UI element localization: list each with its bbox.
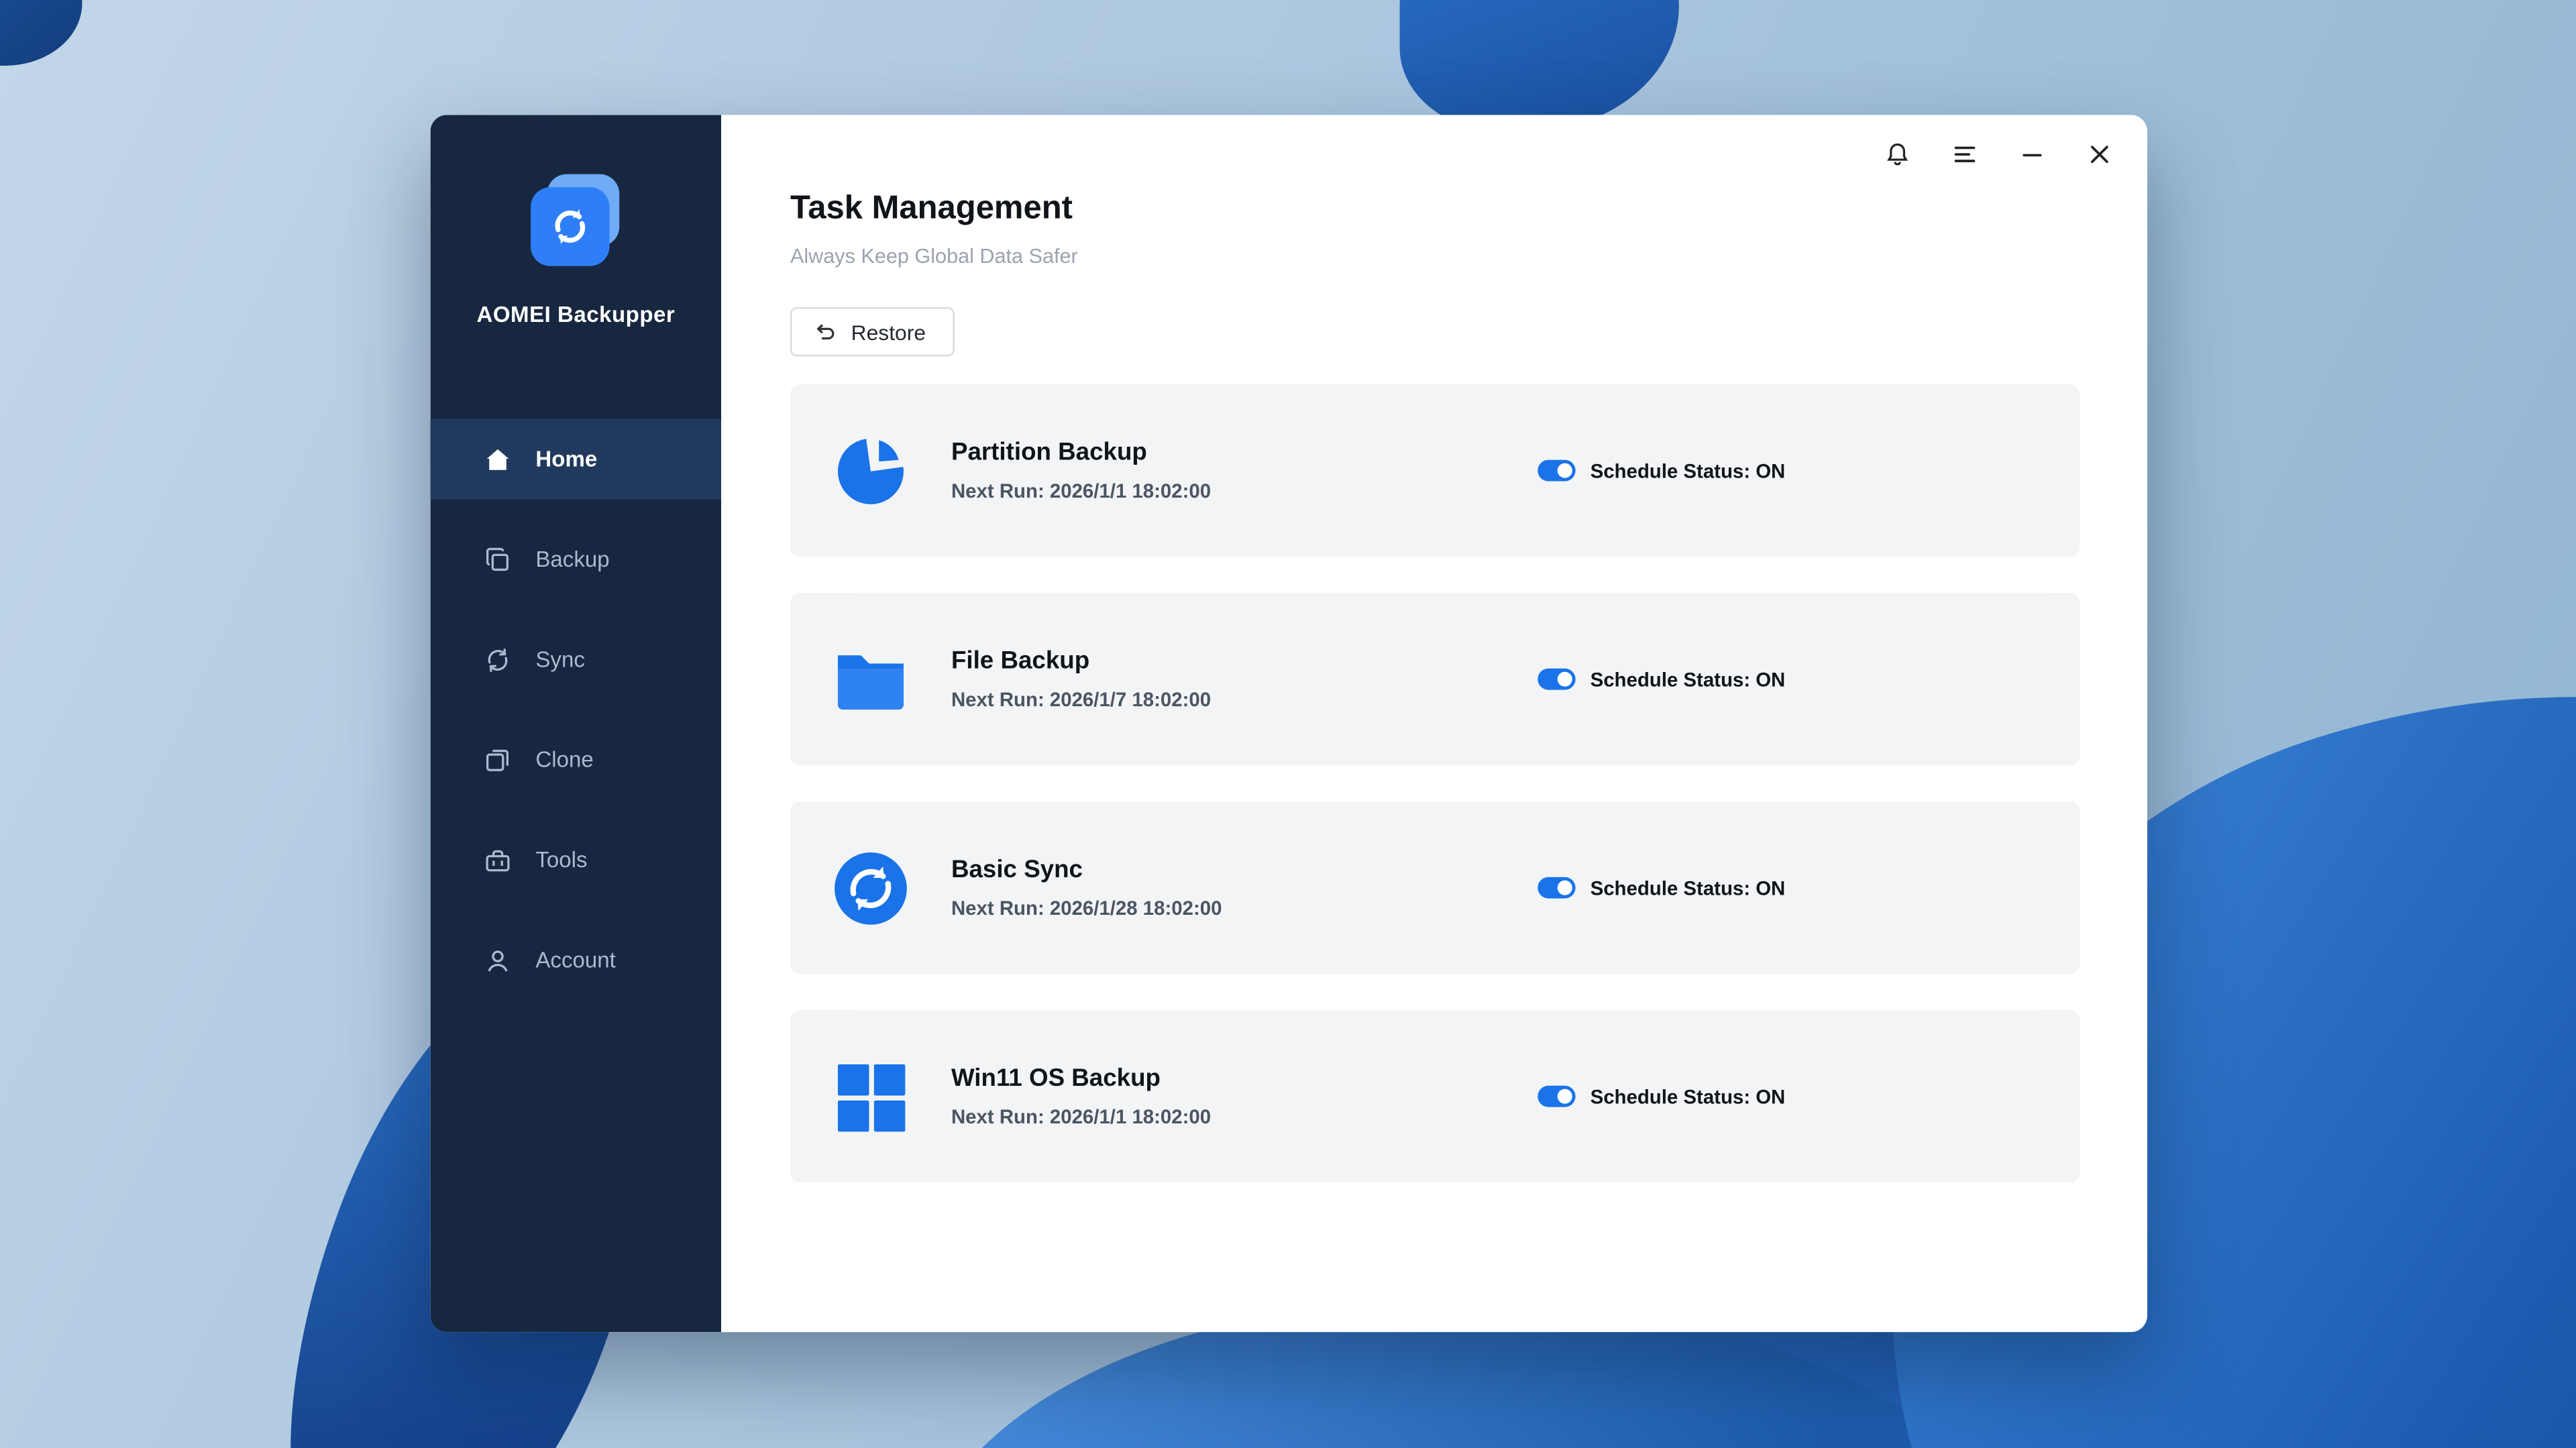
task-list: Partition Backup Next Run: 2026/1/1 18:0… — [790, 384, 2080, 1182]
pie-chart-icon — [831, 431, 910, 510]
sidebar-item-backup[interactable]: Backup — [431, 519, 721, 600]
folder-icon — [831, 640, 910, 719]
clone-icon — [483, 745, 513, 775]
main-panel: Task Management Always Keep Global Data … — [721, 115, 2147, 1332]
wallpaper-bloom-shape — [1400, 0, 1679, 131]
schedule-status-label: Schedule Status: ON — [1591, 459, 1786, 482]
sidebar: AOMEI Backupper Home Backup — [431, 115, 721, 1332]
task-card-partition-backup[interactable]: Partition Backup Next Run: 2026/1/1 18:0… — [790, 384, 2080, 557]
brand: AOMEI Backupper — [431, 115, 721, 327]
screen: AOMEI Backupper Home Backup — [0, 0, 2576, 1448]
sidebar-item-tools[interactable]: Tools — [431, 820, 721, 900]
wallpaper-bloom-shape — [0, 0, 82, 66]
schedule-toggle[interactable] — [1538, 460, 1575, 482]
window-controls — [1858, 131, 2128, 178]
sidebar-item-account[interactable]: Account — [431, 920, 721, 1000]
app-window: AOMEI Backupper Home Backup — [431, 115, 2147, 1332]
restore-button[interactable]: Restore — [790, 307, 954, 356]
menu-icon[interactable] — [1937, 131, 1992, 178]
notification-bell-icon[interactable] — [1870, 131, 1925, 178]
app-logo-icon — [527, 174, 625, 273]
schedule-status-label: Schedule Status: ON — [1591, 668, 1786, 691]
schedule-toggle[interactable] — [1538, 1086, 1575, 1107]
sidebar-item-label: Home — [535, 447, 597, 471]
sidebar-nav: Home Backup Sync — [431, 419, 721, 1019]
page-subtitle: Always Keep Global Data Safer — [790, 245, 2080, 268]
sidebar-item-sync[interactable]: Sync — [431, 619, 721, 700]
sync-circle-icon — [831, 848, 910, 928]
brand-name: AOMEI Backupper — [431, 302, 721, 327]
schedule-status-label: Schedule Status: ON — [1591, 1085, 1786, 1108]
schedule-toggle[interactable] — [1538, 877, 1575, 899]
restore-icon — [813, 321, 836, 343]
minimize-icon[interactable] — [2004, 131, 2060, 178]
schedule-status: Schedule Status: ON — [1538, 877, 1785, 899]
task-title: Partition Backup — [951, 439, 1211, 467]
task-title: File Backup — [951, 647, 1211, 675]
task-title: Win11 OS Backup — [951, 1064, 1211, 1093]
sidebar-item-label: Tools — [535, 848, 587, 873]
sidebar-item-home[interactable]: Home — [431, 419, 721, 499]
tools-icon — [483, 845, 513, 875]
account-icon — [483, 945, 513, 974]
schedule-status: Schedule Status: ON — [1538, 459, 1785, 482]
task-next-run: Next Run: 2026/1/28 18:02:00 — [951, 897, 1222, 920]
sidebar-item-label: Account — [535, 948, 615, 972]
sidebar-item-clone[interactable]: Clone — [431, 720, 721, 800]
backup-icon — [483, 545, 513, 574]
home-icon — [483, 444, 513, 474]
task-card-win11-os-backup[interactable]: Win11 OS Backup Next Run: 2026/1/1 18:02… — [790, 1010, 2080, 1182]
task-next-run: Next Run: 2026/1/1 18:02:00 — [951, 1105, 1211, 1128]
sidebar-item-label: Clone — [535, 747, 593, 772]
schedule-toggle[interactable] — [1538, 669, 1575, 690]
task-next-run: Next Run: 2026/1/7 18:02:00 — [951, 688, 1211, 711]
schedule-status-label: Schedule Status: ON — [1591, 877, 1786, 899]
task-card-basic-sync[interactable]: Basic Sync Next Run: 2026/1/28 18:02:00 … — [790, 801, 2080, 974]
close-icon[interactable] — [2072, 131, 2127, 178]
schedule-status: Schedule Status: ON — [1538, 668, 1785, 691]
task-title: Basic Sync — [951, 856, 1222, 884]
schedule-status: Schedule Status: ON — [1538, 1085, 1785, 1108]
task-next-run: Next Run: 2026/1/1 18:02:00 — [951, 480, 1211, 502]
sidebar-item-label: Backup — [535, 547, 609, 572]
windows-icon — [831, 1057, 910, 1136]
restore-button-label: Restore — [851, 319, 926, 344]
sync-icon — [483, 645, 513, 674]
sidebar-item-label: Sync — [535, 647, 585, 672]
task-card-file-backup[interactable]: File Backup Next Run: 2026/1/7 18:02:00 … — [790, 593, 2080, 765]
page-title: Task Management — [790, 190, 2080, 228]
content-area: Task Management Always Keep Global Data … — [721, 115, 2147, 1182]
